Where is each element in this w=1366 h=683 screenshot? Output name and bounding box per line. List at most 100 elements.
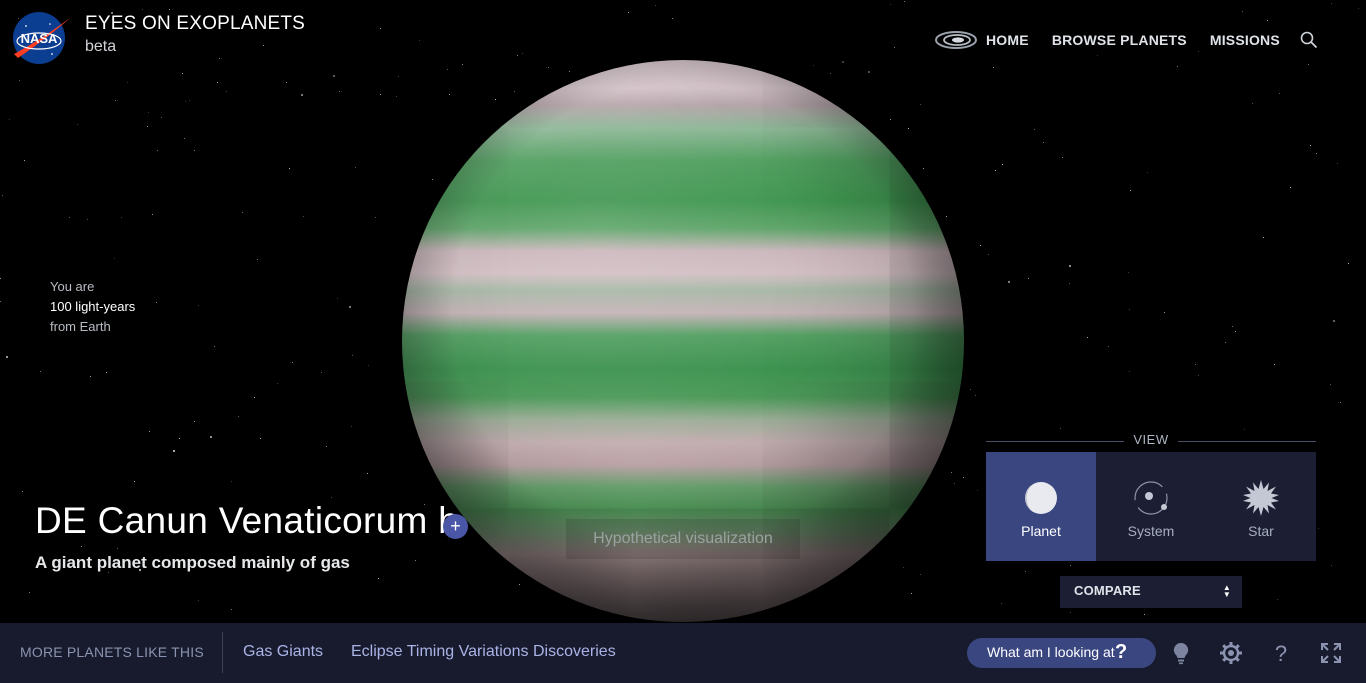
star-dot <box>219 58 221 60</box>
star-dot <box>569 71 571 73</box>
star-dot <box>69 217 71 219</box>
star-dot <box>1128 272 1129 273</box>
star-dot <box>337 298 338 299</box>
view-system-button[interactable]: System <box>1096 452 1206 561</box>
star-dot <box>1070 612 1072 614</box>
star-dot <box>19 80 20 81</box>
nasa-logo-text: NASA <box>21 31 58 46</box>
star-dot <box>210 436 213 439</box>
star-dot <box>142 9 143 10</box>
link-gas-giants[interactable]: Gas Giants <box>243 643 323 661</box>
star-dot <box>1267 20 1268 21</box>
star-dot <box>198 600 200 602</box>
nasa-logo[interactable]: NASA <box>10 10 72 66</box>
view-star-label: Star <box>1248 523 1274 539</box>
star-dot <box>1308 64 1309 65</box>
star-dot <box>147 126 149 128</box>
star-dot <box>90 376 91 377</box>
star-dot <box>1002 164 1003 165</box>
fullscreen-icon[interactable] <box>1319 641 1343 665</box>
star-dot <box>24 160 25 161</box>
star-dot <box>179 438 180 439</box>
divider <box>222 632 223 673</box>
nav-home[interactable]: HOME <box>986 32 1029 48</box>
view-star-button[interactable]: Star <box>1206 452 1316 561</box>
star-dot <box>1043 142 1044 143</box>
nav-browse-planets[interactable]: BROWSE PLANETS <box>1052 32 1187 48</box>
star-dot <box>951 472 952 473</box>
distance-readout: You are 100 light-years from Earth <box>50 277 135 337</box>
star-dot <box>0 278 2 280</box>
star-dot <box>333 75 336 78</box>
star-dot <box>254 397 255 398</box>
compare-label: COMPARE <box>1074 583 1141 598</box>
lightbulb-icon[interactable] <box>1169 641 1193 665</box>
gear-icon[interactable] <box>1219 641 1243 665</box>
star-dot <box>1235 331 1236 332</box>
what-am-i-looking-at-button[interactable]: What am I looking at ? <box>967 638 1156 668</box>
planet-description: A giant planet composed mainly of gas <box>35 553 350 572</box>
compare-dropdown[interactable]: COMPARE ▲ ▼ <box>1060 576 1242 608</box>
star-dot <box>1129 309 1130 310</box>
planet-more-info-button[interactable]: + <box>443 514 468 539</box>
star-dot <box>517 55 518 56</box>
star-dot <box>1069 283 1070 284</box>
star-dot <box>9 119 10 120</box>
galaxy-icon[interactable] <box>934 29 978 51</box>
star-dot <box>415 560 416 561</box>
star-dot <box>263 45 264 46</box>
star-dot <box>198 305 199 306</box>
star-dot <box>1070 565 1071 566</box>
star-dot <box>894 47 895 48</box>
top-nav: HOME BROWSE PLANETS MISSIONS <box>934 30 1318 50</box>
updown-arrows-icon: ▲ ▼ <box>1222 583 1231 599</box>
star-dot <box>260 438 261 439</box>
star-dot <box>1263 237 1264 238</box>
star-dot <box>368 365 369 366</box>
search-icon[interactable] <box>1300 31 1318 49</box>
star-dot <box>352 355 354 357</box>
visualization-caption: Hypothetical visualization <box>566 519 800 559</box>
star-dot <box>1242 11 1243 12</box>
app-subtitle: beta <box>85 38 117 55</box>
star-dot <box>106 372 107 373</box>
star-dot <box>903 567 905 569</box>
view-planet-button[interactable]: Planet <box>986 452 1096 561</box>
view-system-label: System <box>1127 523 1175 539</box>
star-dot <box>1225 342 1226 343</box>
star-dot <box>173 450 176 453</box>
view-section-label: VIEW <box>986 432 1316 450</box>
star-dot <box>920 574 921 575</box>
star-dot <box>904 1 905 2</box>
star-dot <box>813 65 815 67</box>
star-dot <box>1108 346 1109 347</box>
star-dot <box>988 254 989 255</box>
star-dot <box>1025 571 1026 572</box>
star-dot <box>6 356 9 359</box>
star-dot <box>231 481 233 483</box>
star-dot <box>326 446 327 447</box>
star-dot <box>1198 51 1200 53</box>
link-eclipse-timing[interactable]: Eclipse Timing Variations Discoveries <box>351 643 616 661</box>
star-dot <box>995 170 997 172</box>
star-dot <box>1277 599 1279 601</box>
star-dot <box>182 73 183 74</box>
star-dot <box>830 73 831 74</box>
star-dot <box>152 214 153 215</box>
star-dot <box>1279 93 1281 95</box>
star-dot <box>522 53 523 54</box>
star-dot <box>1348 263 1349 264</box>
star-dot <box>217 82 218 83</box>
star-dot <box>1144 614 1146 616</box>
star-dot <box>117 548 118 549</box>
help-icon[interactable]: ? <box>1269 641 1293 665</box>
question-icon: ? <box>1115 641 1128 663</box>
app-title[interactable]: EYES ON EXOPLANETS <box>85 13 305 35</box>
star-dot <box>1130 190 1132 192</box>
star-dot <box>380 28 381 29</box>
star-icon <box>1243 480 1279 516</box>
nav-missions[interactable]: MISSIONS <box>1210 32 1280 48</box>
star-dot <box>1318 528 1320 530</box>
star-dot <box>842 61 845 64</box>
star-dot <box>398 76 399 77</box>
